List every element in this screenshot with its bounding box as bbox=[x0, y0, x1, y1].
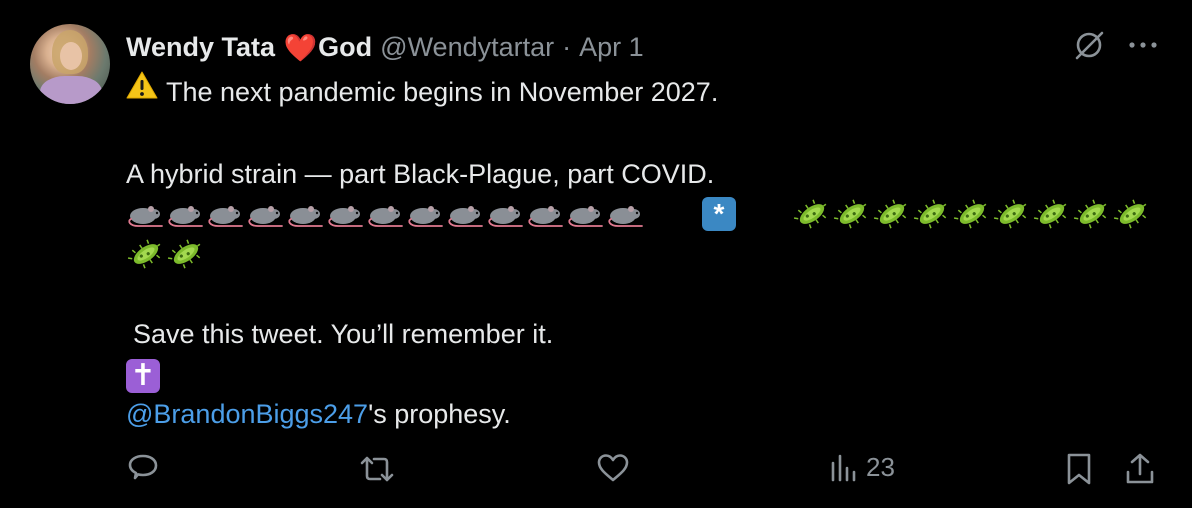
tweet-line-1: The next pandemic begins in November 202… bbox=[126, 70, 1166, 114]
top-actions bbox=[1072, 28, 1158, 62]
display-name[interactable]: Wendy Tata ❤️God bbox=[126, 31, 372, 63]
rat-icon bbox=[606, 199, 646, 229]
microbe-icon bbox=[792, 196, 832, 232]
bookmark-icon bbox=[1067, 453, 1091, 485]
heart-emoji-icon: ❤️ bbox=[283, 33, 318, 63]
rat-icon bbox=[286, 199, 326, 229]
blank-line-2 bbox=[126, 274, 1166, 314]
warning-icon bbox=[126, 70, 158, 111]
share-icon bbox=[1126, 453, 1154, 484]
rat-icon bbox=[246, 199, 286, 229]
rat-icon bbox=[326, 199, 366, 229]
avatar[interactable] bbox=[30, 24, 110, 104]
tweet-text-line-3: Save this tweet. You’ll remember it. bbox=[133, 319, 554, 350]
rat-icon bbox=[366, 199, 406, 229]
rat-icon bbox=[206, 199, 246, 229]
microbe-icon bbox=[912, 196, 952, 232]
tweet-date[interactable]: Apr 1 bbox=[579, 32, 644, 63]
latin-cross-icon: ✝ bbox=[126, 358, 160, 393]
rat-icon bbox=[486, 199, 526, 229]
header-separator: · bbox=[562, 31, 572, 62]
like-icon bbox=[597, 454, 629, 482]
views-button[interactable]: 23 bbox=[828, 452, 895, 483]
microbe-icon bbox=[872, 196, 912, 232]
user-handle[interactable]: @Wendytartar bbox=[380, 32, 554, 63]
like-button[interactable] bbox=[596, 452, 630, 484]
grok-icon[interactable] bbox=[1072, 28, 1106, 62]
microbe-icon bbox=[832, 196, 872, 232]
tweet-text-line-2: A hybrid strain — part Black-Plague, par… bbox=[126, 159, 715, 190]
rat-icon bbox=[526, 199, 566, 229]
tweet-body: The next pandemic begins in November 202… bbox=[126, 70, 1166, 434]
retweet-icon bbox=[360, 456, 394, 482]
more-icon[interactable] bbox=[1128, 40, 1158, 50]
rat-icon bbox=[126, 199, 166, 229]
mention-suffix: 's prophesy. bbox=[368, 399, 511, 430]
tweet-header: Wendy Tata ❤️God @Wendytartar · Apr 1 bbox=[126, 30, 644, 64]
microbe-icon bbox=[166, 236, 206, 272]
reply-icon bbox=[128, 454, 158, 480]
tweet-text-line-1: The next pandemic begins in November 202… bbox=[166, 77, 719, 107]
avatar-face bbox=[60, 42, 82, 70]
microbe-icon bbox=[952, 196, 992, 232]
tweet-actions: 23 bbox=[126, 452, 1160, 492]
bookmark-button[interactable] bbox=[1064, 452, 1094, 486]
tweet-text-line-4: @BrandonBiggs247's prophesy. bbox=[126, 394, 1166, 434]
microbe-icon bbox=[1032, 196, 1072, 232]
emoji-row-2 bbox=[126, 234, 1166, 274]
asterisk-icon: * bbox=[702, 197, 736, 232]
mention-link[interactable]: @BrandonBiggs247 bbox=[126, 399, 368, 429]
share-button[interactable] bbox=[1124, 452, 1156, 486]
microbe-icon bbox=[126, 236, 166, 272]
microbe-icon bbox=[1112, 196, 1152, 232]
rat-icon bbox=[446, 199, 486, 229]
cross-row: ✝ bbox=[126, 354, 1166, 394]
views-count: 23 bbox=[866, 452, 895, 482]
microbe-icon bbox=[1072, 196, 1112, 232]
display-name-part1: Wendy Tata bbox=[126, 32, 283, 62]
display-name-part2: God bbox=[318, 32, 373, 62]
emoji-row-1: * bbox=[126, 194, 1166, 234]
reply-button[interactable] bbox=[126, 452, 160, 486]
rat-icon bbox=[166, 199, 206, 229]
microbe-icon bbox=[992, 196, 1032, 232]
rat-icon bbox=[566, 199, 606, 229]
avatar-shirt bbox=[40, 76, 102, 104]
retweet-button[interactable] bbox=[358, 452, 396, 486]
rat-icon bbox=[406, 199, 446, 229]
views-icon bbox=[831, 454, 856, 481]
